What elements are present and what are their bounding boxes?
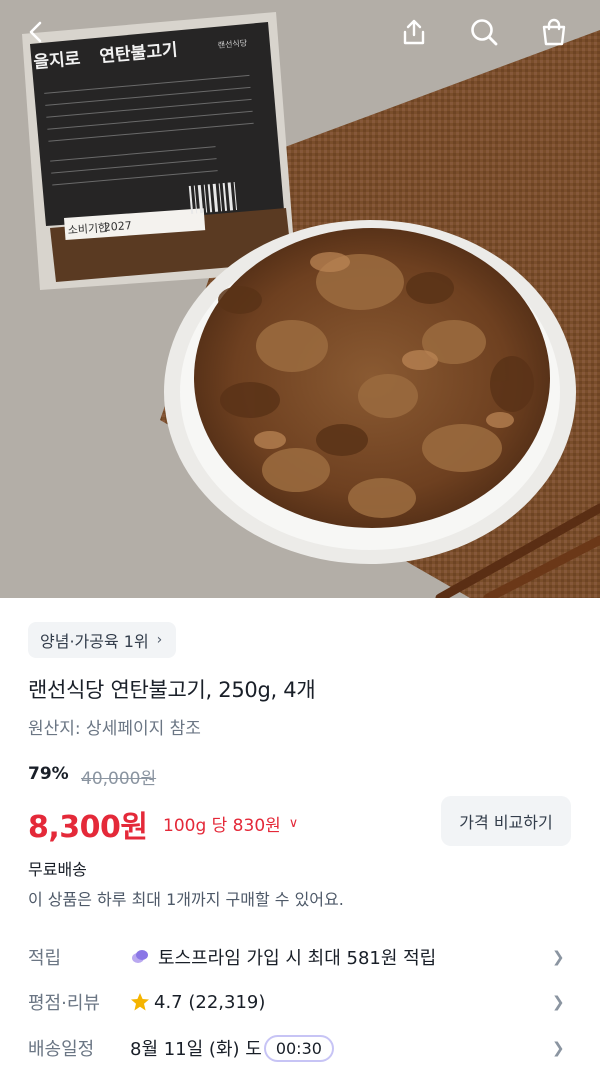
product-hero-image: 소비기한 2027 을지로 연탄불고기 랜선식당 [0, 0, 600, 598]
points-value: 토스프라임 가입 시 최대 581원 적립 [158, 948, 437, 969]
rating-row[interactable]: 평점·리뷰 4.7 (22,319) ❯ [0, 980, 600, 1024]
share-icon [403, 19, 425, 45]
top-navigation-bar [0, 0, 600, 64]
cart-button[interactable] [532, 12, 576, 52]
star-icon [131, 993, 149, 1011]
delivery-row[interactable]: 배송일정 8월 11일 (화) 도 00:30 ❯ [0, 1026, 600, 1070]
delivery-value: 8월 11일 (화) 도 [130, 1039, 262, 1060]
rating-value: 4.7 (22,319) [154, 991, 266, 1013]
rating-label: 평점·리뷰 [28, 993, 100, 1014]
search-icon [471, 19, 498, 46]
purchase-limit-notice: 이 상품은 하루 최대 1개까지 구매할 수 있어요. [28, 890, 344, 909]
sale-price: 8,300원 [28, 810, 148, 845]
chevron-right-icon: ❯ [552, 993, 565, 1011]
rank-label: 양념·가공육 1위 [40, 632, 149, 651]
chevron-right-icon: › [156, 632, 163, 648]
chevron-left-icon [29, 21, 42, 43]
shopping-bag-icon [542, 18, 566, 46]
chevron-right-icon: ❯ [552, 1039, 565, 1057]
product-title: 랜선식당 연탄불고기, 250g, 4개 [28, 678, 316, 702]
original-price: 40,000원 [81, 769, 157, 789]
unit-price: 100g 당 830원 [163, 816, 281, 836]
discount-rate: 79% [28, 764, 69, 784]
chevron-right-icon: ❯ [552, 948, 565, 966]
product-photo: 소비기한 2027 을지로 연탄불고기 랜선식당 [0, 0, 600, 598]
svg-text:2027: 2027 [103, 219, 132, 234]
toss-prime-icon [132, 950, 148, 963]
category-rank-chip[interactable]: 양념·가공육 1위 › [28, 622, 177, 658]
shipping-info: 무료배송 [28, 860, 87, 879]
compare-price-button[interactable]: 가격 비교하기 [441, 796, 571, 846]
product-origin: 원산지: 상세페이지 참조 [28, 719, 201, 739]
delivery-label: 배송일정 [28, 1039, 95, 1060]
back-button[interactable] [14, 12, 58, 52]
search-button[interactable] [462, 12, 506, 52]
unit-price-toggle[interactable]: 100g 당 830원 ∨ [163, 811, 298, 836]
points-label: 적립 [28, 948, 62, 969]
delivery-countdown-badge: 00:30 [263, 1034, 334, 1062]
chevron-down-icon: ∨ [288, 816, 299, 831]
share-button[interactable] [392, 12, 436, 52]
points-row[interactable]: 적립 토스프라임 가입 시 최대 581원 적립 ❯ [0, 935, 600, 979]
